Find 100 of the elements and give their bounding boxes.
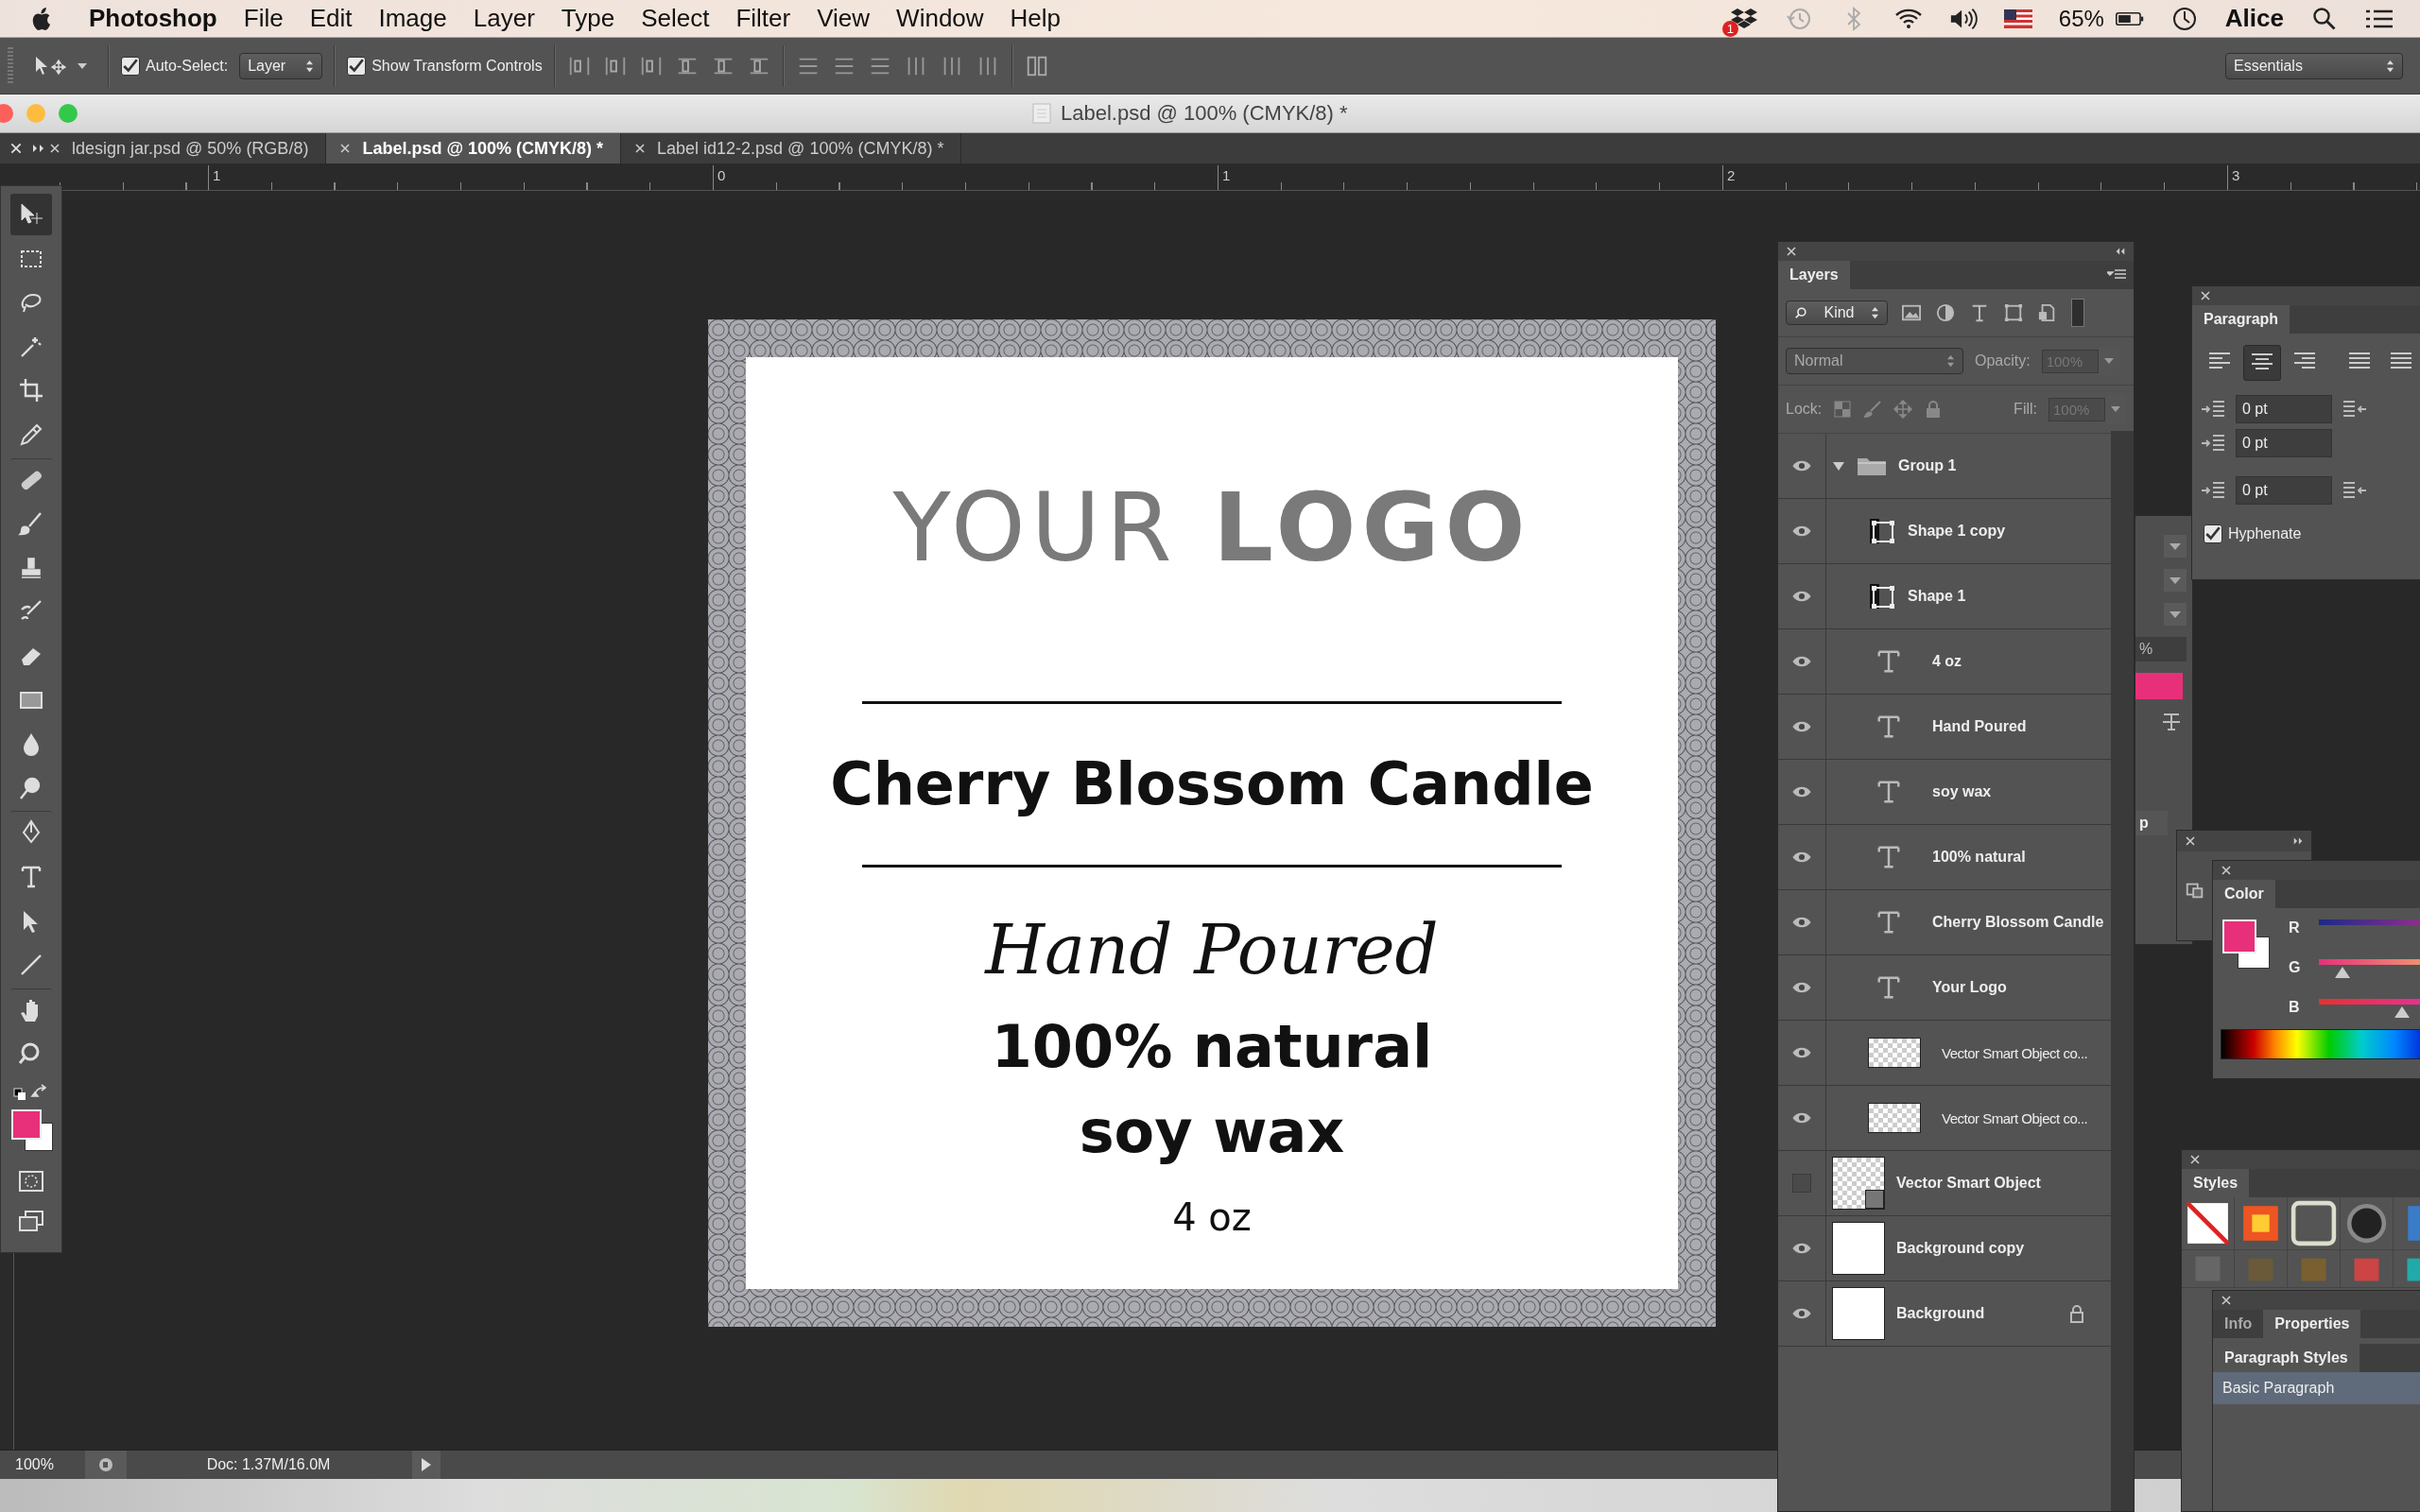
paragraph-styles-tab[interactable]: Paragraph Styles	[2213, 1344, 2360, 1372]
strikethrough-type-icon[interactable]	[2160, 711, 2183, 733]
layer-row[interactable]: Hand Poured	[1778, 695, 2111, 760]
slider-thumb[interactable]	[2335, 967, 2351, 978]
paragraph-style-item[interactable]: Basic Paragraph	[2213, 1372, 2420, 1404]
panel-tab[interactable]: p	[2135, 811, 2168, 835]
indent-field[interactable]: 0 pt	[2236, 476, 2332, 505]
close-icon[interactable]	[2221, 1295, 2232, 1306]
style-swatch[interactable]	[2288, 1250, 2341, 1288]
hyphenate-checkbox[interactable]: Hyphenate	[2192, 507, 2420, 543]
eye-icon[interactable]	[1791, 655, 1812, 668]
document-tab[interactable]: Label.psd @ 100% (CMYK/8) *	[326, 133, 621, 163]
panel-tab[interactable]: Properties	[2263, 1310, 2361, 1338]
layer-row[interactable]: 4 oz	[1778, 629, 2111, 695]
filter-toggle[interactable]	[2071, 299, 2084, 327]
menu-item[interactable]: Filter	[735, 4, 791, 33]
layer-row[interactable]: Your Logo	[1778, 955, 2111, 1021]
move-tool-button[interactable]	[10, 194, 52, 235]
checkerboard-icon[interactable]	[1833, 400, 1853, 419]
color-swatch[interactable]	[2135, 673, 2183, 699]
style-swatch[interactable]	[2235, 1250, 2288, 1288]
style-swatch[interactable]	[2341, 1197, 2394, 1250]
layer-row[interactable]: Vector Smart Object co...	[1778, 1086, 2111, 1151]
close-icon[interactable]	[2200, 290, 2211, 301]
quick-mask-icon[interactable]	[18, 1169, 44, 1193]
eye-icon[interactable]	[1791, 590, 1812, 603]
transform-controls-checkbox[interactable]: Show Transform Controls	[347, 56, 543, 76]
paragraph-tab[interactable]: Paragraph	[2192, 305, 2290, 334]
eye-icon[interactable]	[1791, 785, 1812, 799]
close-icon[interactable]	[2185, 835, 2196, 847]
close-icon[interactable]	[2189, 1154, 2201, 1165]
user-name[interactable]: Alice	[2224, 4, 2284, 33]
eye-icon[interactable]	[1791, 916, 1812, 929]
caret-icon[interactable]	[2164, 603, 2187, 626]
menu-item[interactable]: Select	[641, 4, 710, 33]
styles-tab[interactable]: Styles	[2182, 1169, 2250, 1197]
layer-row[interactable]: Shape 1	[1778, 564, 2111, 629]
style-swatch[interactable]	[2235, 1197, 2288, 1250]
panel-tab[interactable]: Info	[2213, 1310, 2264, 1338]
no-style-swatch[interactable]	[2182, 1197, 2235, 1250]
image-filter-icon[interactable]	[1901, 303, 1922, 322]
close-icon[interactable]	[634, 143, 646, 154]
layer-row[interactable]: Vector Smart Object	[1778, 1151, 2111, 1216]
indent-field[interactable]: 0 pt	[2236, 395, 2332, 423]
eye-icon[interactable]	[1791, 1307, 1812, 1320]
auto-select-dropdown[interactable]: Layer	[239, 52, 323, 79]
double-chevron-icon[interactable]	[32, 142, 45, 155]
indent-field[interactable]: 0 pt	[2236, 429, 2332, 457]
style-swatch[interactable]	[2341, 1250, 2394, 1288]
panel-menu-icon[interactable]	[2107, 268, 2126, 282]
visibility-toggle[interactable]	[1792, 1174, 1811, 1193]
close-icon[interactable]	[1786, 246, 1797, 257]
auto-select-checkbox[interactable]: Auto-Select:	[121, 56, 229, 76]
menu-item[interactable]: Layer	[473, 4, 535, 33]
layer-row[interactable]: Group 1	[1778, 434, 2111, 499]
align-center-button[interactable]	[2243, 345, 2281, 381]
zoom-level[interactable]: 100%	[0, 1456, 85, 1473]
slider-thumb[interactable]	[2394, 1006, 2411, 1018]
eye-icon[interactable]	[1791, 1046, 1812, 1059]
eye-icon[interactable]	[1791, 850, 1812, 864]
close-icon[interactable]	[9, 142, 23, 155]
blend-mode-dropdown[interactable]: Normal	[1786, 348, 1963, 374]
screen-mode-icon[interactable]	[18, 1209, 44, 1232]
menu-item[interactable]: Window	[896, 4, 984, 33]
play-icon[interactable]	[412, 1451, 441, 1479]
close-icon[interactable]	[2221, 865, 2232, 876]
close-icon[interactable]	[49, 143, 60, 154]
collapse-icon[interactable]	[2115, 246, 2126, 257]
eye-icon[interactable]	[1791, 459, 1812, 472]
menu-item[interactable]: Edit	[309, 4, 353, 33]
disclosure-triangle-icon[interactable]	[1832, 460, 1845, 472]
shape-filter-icon[interactable]	[2003, 303, 2024, 322]
layer-row[interactable]: soy wax	[1778, 760, 2111, 825]
expand-icon[interactable]	[2292, 835, 2304, 847]
eye-icon[interactable]	[1791, 981, 1812, 994]
dropbox-icon[interactable]	[1729, 6, 1758, 31]
layer-row[interactable]: Vector Smart Object co...	[1778, 1021, 2111, 1086]
workspace-dropdown[interactable]: Essentials	[2225, 52, 2403, 79]
app-menu[interactable]: Photoshop	[89, 4, 217, 33]
menu-item[interactable]: Type	[561, 4, 615, 33]
color-tab[interactable]: Color	[2213, 880, 2275, 908]
eye-icon[interactable]	[1791, 1111, 1812, 1125]
layer-row[interactable]: Shape 1 copy	[1778, 499, 2111, 564]
menu-item[interactable]: View	[817, 4, 871, 33]
layer-row[interactable]: Background	[1778, 1281, 2111, 1347]
menu-item[interactable]: Help	[1010, 4, 1062, 33]
menu-item[interactable]: Image	[378, 4, 447, 33]
scrollbar-track[interactable]	[2111, 431, 2134, 1511]
adjustment-filter-icon[interactable]	[1935, 303, 1956, 322]
caret-icon[interactable]	[2164, 569, 2187, 592]
close-icon[interactable]	[339, 143, 352, 154]
layer-row[interactable]: 100% natural	[1778, 825, 2111, 890]
caret-icon[interactable]	[2164, 535, 2187, 558]
eye-icon[interactable]	[1791, 1242, 1812, 1255]
layers-tab[interactable]: Layers	[1778, 261, 1850, 289]
style-swatch[interactable]	[2288, 1197, 2341, 1250]
apple-icon[interactable]	[30, 6, 51, 31]
layer-row[interactable]: Cherry Blossom Candle	[1778, 890, 2111, 955]
color-spectrum[interactable]	[2221, 1029, 2420, 1059]
style-swatch[interactable]	[2182, 1250, 2235, 1288]
